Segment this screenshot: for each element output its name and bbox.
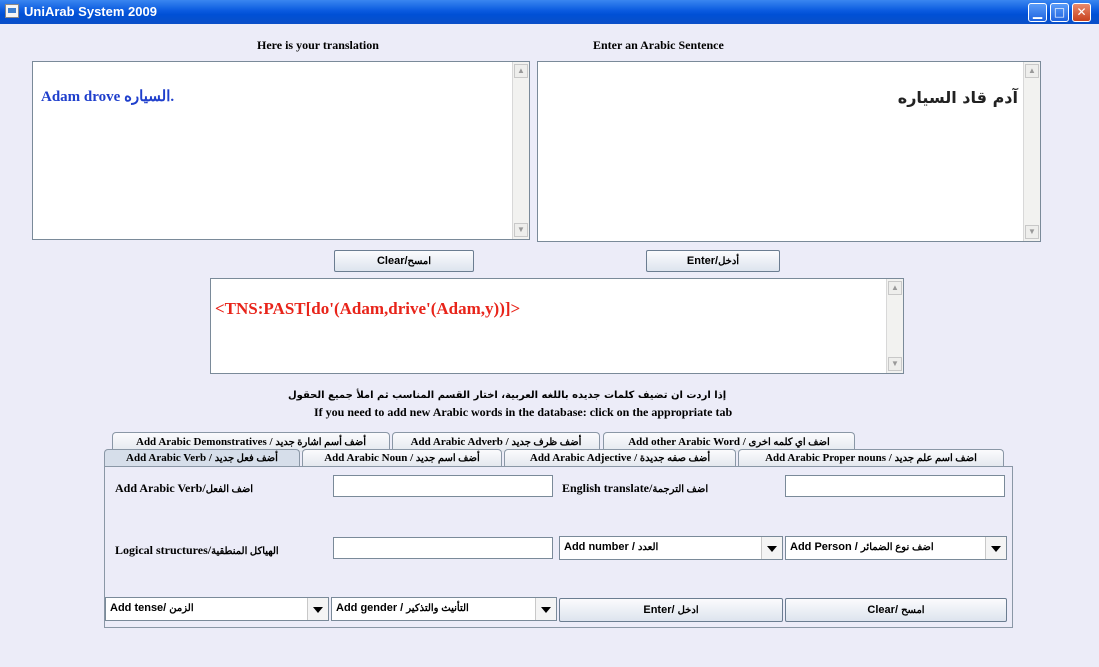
- verb-clear-button[interactable]: Clear/ امسح: [785, 598, 1007, 622]
- chevron-down-icon[interactable]: [535, 598, 556, 620]
- arabic-sentence-input[interactable]: آدم قاد السياره ▲ ▼: [537, 61, 1041, 242]
- scroll-down-icon[interactable]: ▼: [514, 223, 528, 237]
- arabic-input-label: Enter an Arabic Sentence: [593, 38, 724, 52]
- instructions-english: If you need to add new Arabic words in t…: [314, 405, 733, 419]
- scroll-up-icon[interactable]: ▲: [888, 281, 902, 295]
- arabic-verb-input[interactable]: [333, 475, 553, 497]
- tab-add-proper-nouns[interactable]: Add Arabic Proper nouns / اضف اسم علم جد…: [738, 449, 1004, 467]
- add-verb-panel: Add Arabic Verb/اضف الفعل English transl…: [104, 466, 1013, 628]
- translation-text: Adam drove السياره.: [41, 87, 509, 106]
- app-window: UniArab System 2009 ▁ □ ✕ Here is your t…: [0, 0, 1099, 667]
- english-translate-input[interactable]: [785, 475, 1005, 497]
- close-icon[interactable]: ✕: [1072, 3, 1091, 22]
- tab-add-adjective[interactable]: Add Arabic Adjective / أضف صفه جديدة: [504, 449, 736, 467]
- minimize-icon[interactable]: ▁: [1028, 3, 1047, 22]
- gender-select[interactable]: Add gender / التأنيث والتذكير: [331, 597, 557, 621]
- title-bar[interactable]: UniArab System 2009 ▁ □ ✕: [0, 0, 1099, 24]
- translation-output-area[interactable]: Adam drove السياره. ▲ ▼: [32, 61, 530, 240]
- verb-enter-button[interactable]: Enter/ ادخل: [559, 598, 783, 622]
- chevron-down-icon[interactable]: [761, 537, 782, 559]
- scroll-down-icon[interactable]: ▼: [1025, 225, 1039, 239]
- maximize-icon[interactable]: □: [1050, 3, 1069, 22]
- verb-label: Add Arabic Verb/اضف الفعل: [115, 481, 254, 495]
- person-select[interactable]: Add Person / اضف نوع الضمائر: [785, 536, 1007, 560]
- instructions-arabic: إذا اردت ان تضيف كلمات جديده باللغه العر…: [288, 390, 727, 401]
- arabic-input-scrollbar[interactable]: ▲ ▼: [1023, 62, 1040, 241]
- tab-add-noun[interactable]: Add Arabic Noun / أضف اسم جديد: [302, 449, 502, 467]
- translation-english: Adam drove: [41, 89, 125, 105]
- chevron-down-icon[interactable]: [307, 598, 328, 620]
- chevron-down-icon[interactable]: [985, 537, 1006, 559]
- translation-period: .: [170, 89, 175, 105]
- app-icon: [5, 4, 19, 18]
- scroll-up-icon[interactable]: ▲: [514, 64, 528, 78]
- arabic-sentence-value: آدم قاد السياره: [897, 88, 1018, 107]
- logical-structure-output[interactable]: <TNS:PAST[do'(Adam,drive'(Adam,y))]> ▲ ▼: [210, 278, 904, 374]
- tense-select[interactable]: Add tense/ الزمن: [105, 597, 329, 621]
- tab-add-verb[interactable]: Add Arabic Verb / أضف فعل جديد: [104, 449, 300, 467]
- logical-structures-input[interactable]: [333, 537, 553, 559]
- english-translate-label: English translate/اضف الترجمة: [562, 481, 709, 495]
- logical-structures-label: Logical structures/الهياكل المنطقية: [115, 543, 279, 557]
- translation-scrollbar[interactable]: ▲ ▼: [512, 62, 529, 239]
- number-select[interactable]: Add number / العدد: [559, 536, 783, 560]
- clear-button[interactable]: Clear/امسح: [334, 250, 474, 272]
- logical-structure-value: <TNS:PAST[do'(Adam,drive'(Adam,y))]>: [215, 299, 521, 318]
- translation-arabic-word: السياره: [124, 89, 171, 105]
- scroll-down-icon[interactable]: ▼: [888, 357, 902, 371]
- scroll-up-icon[interactable]: ▲: [1025, 64, 1039, 78]
- logical-structure-scrollbar[interactable]: ▲ ▼: [886, 279, 903, 373]
- translation-label: Here is your translation: [257, 38, 379, 52]
- window-title: UniArab System 2009: [24, 4, 157, 19]
- enter-button[interactable]: Enter/أدخل: [646, 250, 780, 272]
